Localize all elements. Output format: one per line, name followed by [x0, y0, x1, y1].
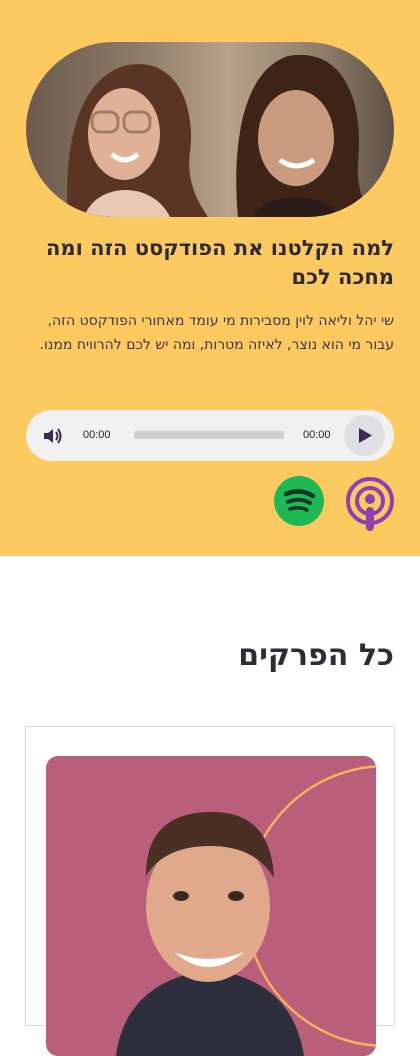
play-button[interactable]	[344, 415, 385, 456]
volume-icon[interactable]	[42, 427, 64, 449]
current-time: 00:00	[83, 429, 111, 441]
hero-description: שי יהל וליאה לוין מסבירות מי עומד מאחורי…	[39, 313, 394, 353]
audio-player[interactable]: 00:00 00:00	[26, 410, 394, 461]
apple-podcasts-icon[interactable]	[345, 476, 395, 532]
hero-section: למה הקלטנו את הפודקסט הזה ומה מחכה לכם ש…	[0, 0, 420, 556]
episode-card[interactable]	[25, 726, 395, 1056]
play-icon	[359, 428, 372, 443]
hero-title: למה הקלטנו את הפודקסט הזה ומה מחכה לכם	[46, 236, 394, 289]
spotify-icon[interactable]	[274, 476, 324, 526]
episode-image	[46, 756, 376, 1056]
duration-time: 00:00	[303, 429, 331, 441]
progress-track[interactable]	[134, 431, 284, 439]
hosts-photo	[26, 42, 394, 217]
episodes-heading: כל הפרקים	[238, 638, 394, 673]
